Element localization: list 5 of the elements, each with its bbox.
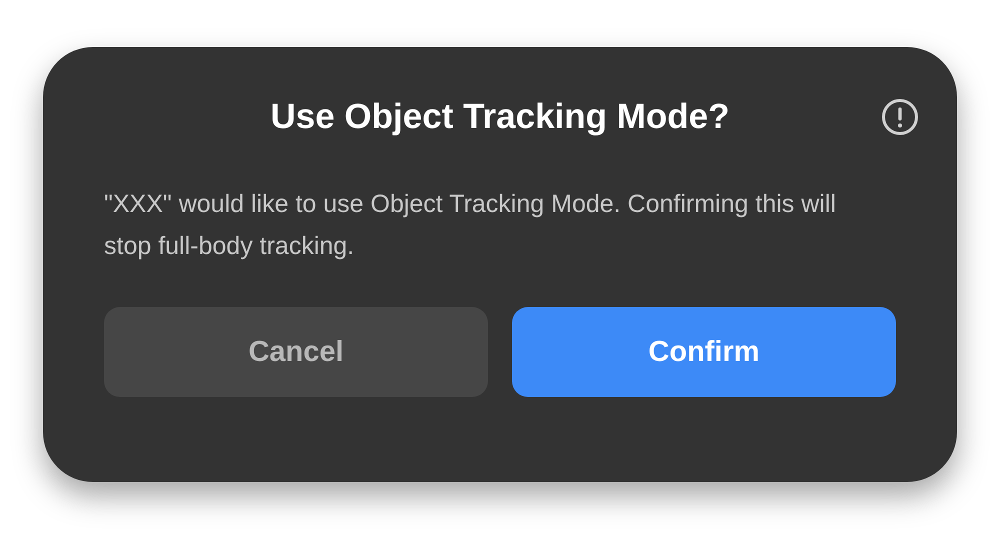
info-icon (881, 98, 919, 136)
cancel-button[interactable]: Cancel (104, 307, 488, 397)
dialog-message: "XXX" would like to use Object Tracking Mode. Confirming this will stop full-body tracking. (104, 189, 837, 262)
dialog-title: Use Object Tracking Mode? (270, 97, 730, 137)
confirm-button[interactable]: Confirm (512, 307, 896, 397)
